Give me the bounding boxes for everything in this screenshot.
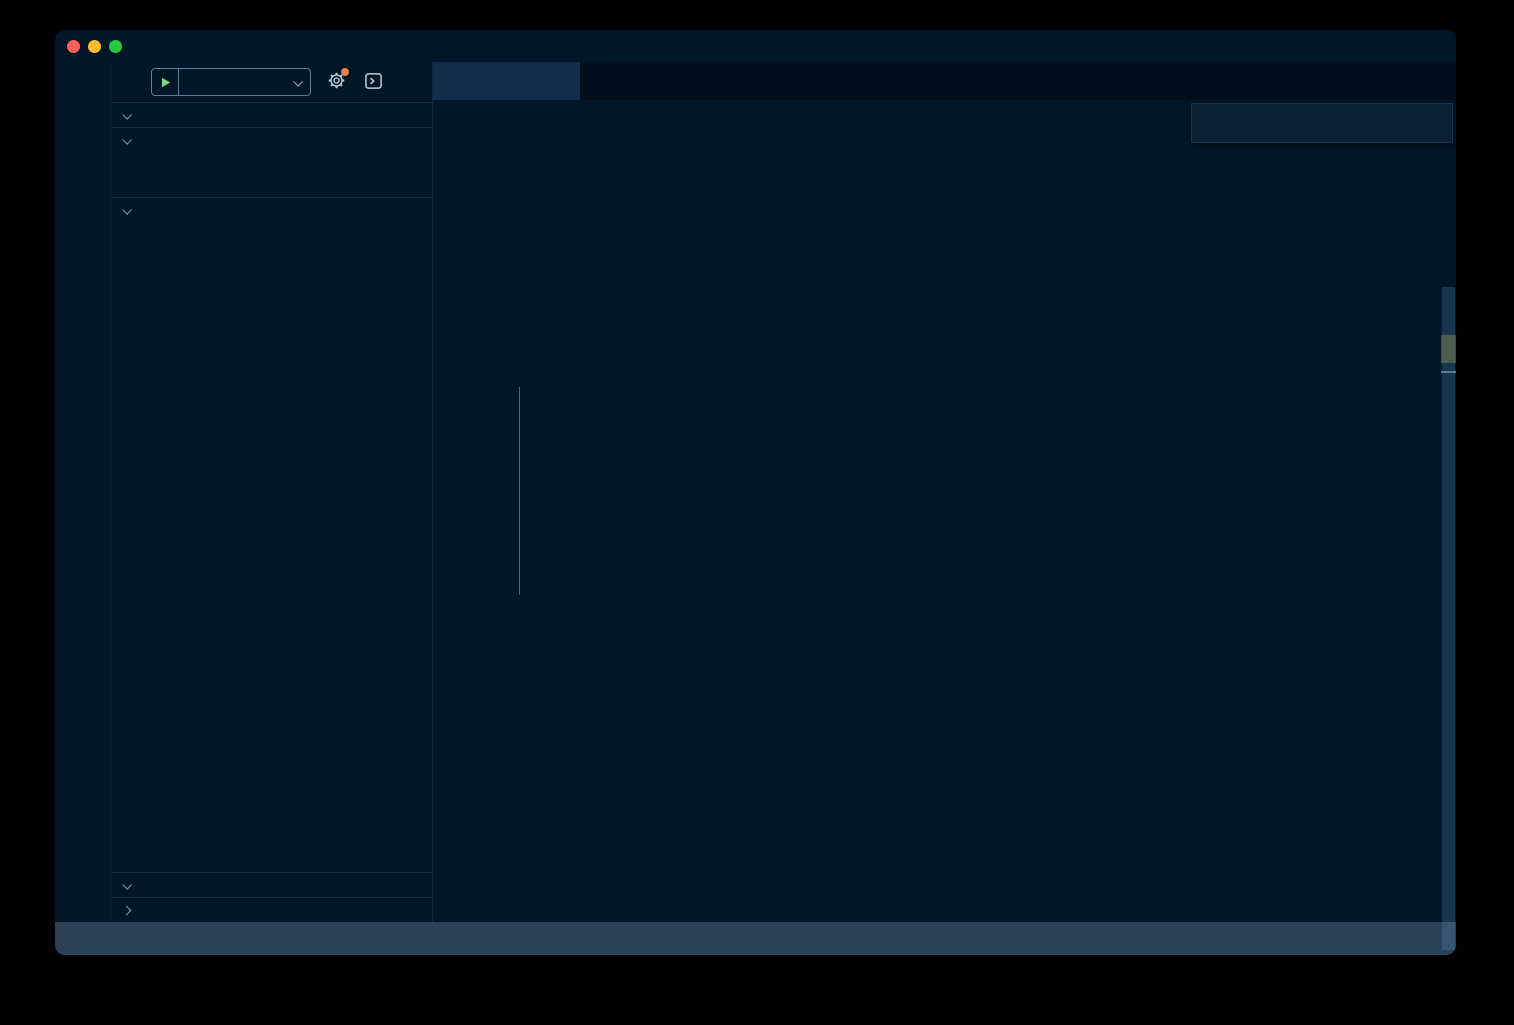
code-area[interactable] [433, 114, 1456, 922]
bracket-scope-guide [519, 387, 520, 595]
chevron-down-icon [122, 879, 132, 889]
status-bar [55, 922, 1456, 955]
chevron-down-icon [122, 109, 132, 119]
loaded-scripts-section-header[interactable] [111, 897, 432, 922]
editor-actions [1438, 62, 1456, 100]
close-window-button[interactable] [67, 40, 80, 53]
chevron-down-icon [122, 204, 132, 214]
chevron-right-icon [122, 905, 132, 915]
variables-section-header[interactable] [111, 127, 432, 152]
gear-notification-dot [341, 68, 349, 76]
vscode-window [55, 30, 1456, 955]
debug-sidebar [111, 62, 433, 922]
run-controls [111, 62, 432, 102]
activity-bar [55, 62, 111, 922]
debug-toolbar [1191, 103, 1453, 143]
minimize-window-button[interactable] [88, 40, 101, 53]
configure-gear-icon[interactable] [327, 71, 346, 93]
tab-bar [433, 62, 1456, 100]
status-bar-left [55, 922, 58, 955]
chevron-down-icon [122, 134, 132, 144]
tab-index-ts[interactable] [433, 62, 580, 100]
traffic-lights [67, 30, 122, 62]
chevron-down-icon [293, 76, 303, 86]
watch-section-header[interactable] [111, 197, 432, 222]
launch-configuration-dropdown[interactable] [151, 68, 311, 96]
debug-console-icon[interactable] [364, 72, 383, 93]
breakpoints-section-header[interactable] [111, 102, 432, 127]
scrollbar-thumb[interactable] [1442, 287, 1455, 950]
zoom-window-button[interactable] [109, 40, 122, 53]
start-debug-play-icon[interactable] [152, 69, 179, 95]
editor-group [433, 62, 1456, 922]
call-stack-section-header[interactable] [111, 872, 432, 897]
watch-body [111, 222, 432, 872]
editor-scrollbar[interactable] [1441, 62, 1456, 922]
title-bar [55, 30, 1456, 62]
